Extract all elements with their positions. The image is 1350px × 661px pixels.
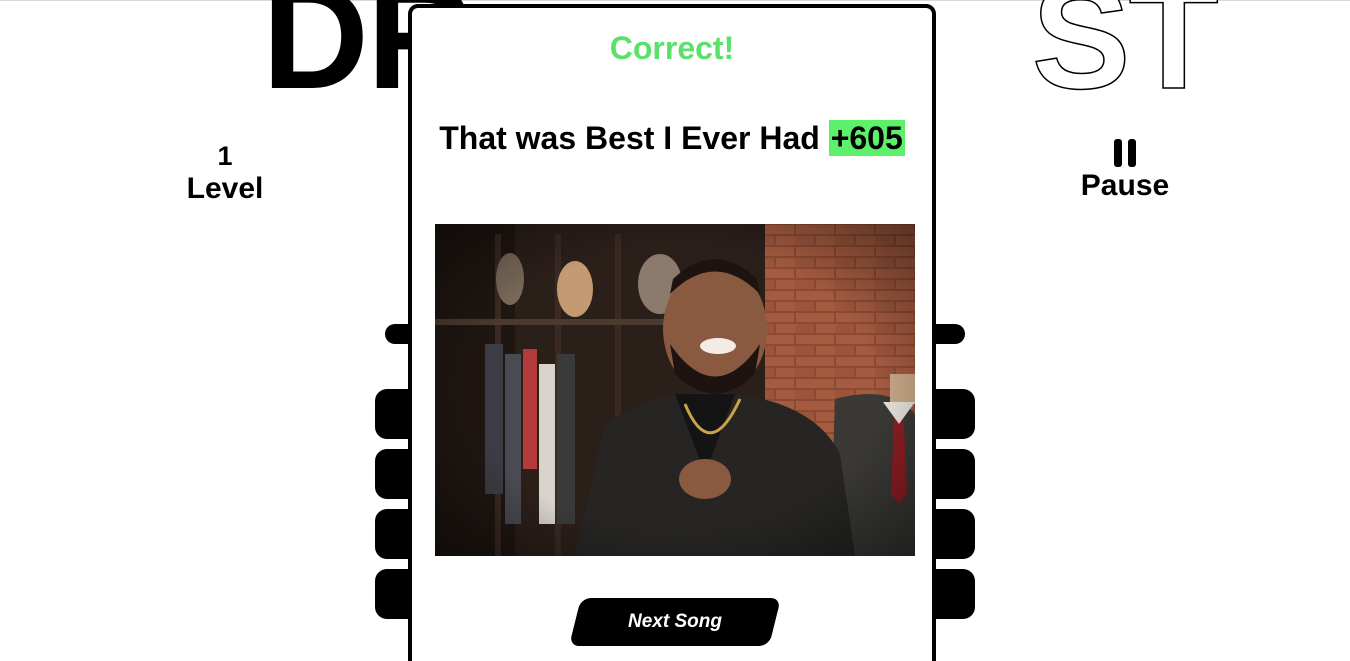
game-title-outline: ST [1031, 0, 1220, 120]
reaction-image [435, 224, 915, 556]
reaction-gif [435, 224, 915, 556]
game-screen: DR ST 1 Level Pause Correct! That was Bes… [0, 0, 1350, 661]
next-song-button[interactable] [569, 598, 781, 646]
level-number: 1 [217, 141, 233, 171]
pause-label: Pause [1080, 169, 1170, 202]
pause-icon [1070, 138, 1180, 168]
song-message: That was Best I Ever Had [439, 120, 820, 156]
pause-button[interactable]: Pause [1070, 138, 1180, 204]
result-status: Correct! [609, 30, 735, 66]
points-badge: +605 [828, 120, 905, 156]
result-modal: Correct! That was Best I Ever Had +605 N… [408, 4, 936, 661]
level-indicator: 1 Level [175, 140, 275, 206]
level-label: Level [186, 172, 264, 205]
result-message: That was Best I Ever Had +605 [412, 120, 932, 157]
